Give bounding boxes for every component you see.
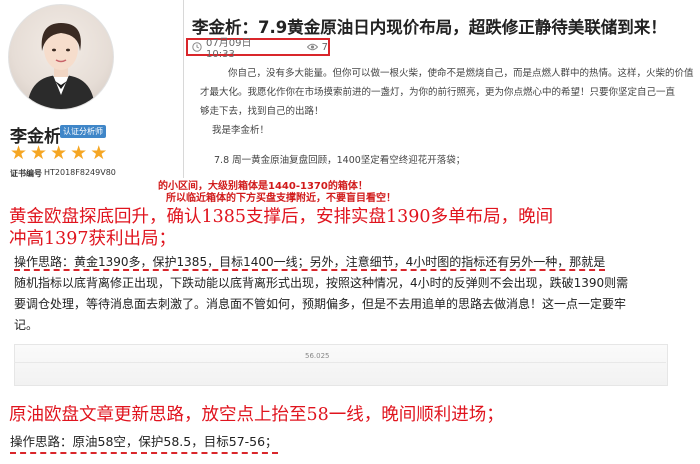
- author-avatar: [8, 4, 114, 110]
- clock-icon: [192, 42, 202, 52]
- gold-plan-line: 要调仓处理，等待消息面去刺激了。消息面不管如何，预期偏多，但是不去用追单的思路去…: [14, 297, 627, 311]
- chart-gridline: [14, 362, 666, 363]
- red-note-line: 的小区间，大级别箱体是1440-1370的箱体！: [158, 181, 368, 192]
- star-icon: ★: [70, 142, 88, 164]
- oil-summary: 原油欧盘文章更新思路，放空点上抬至58一线，晚间顺利进场；: [9, 404, 699, 426]
- avatar-portrait: [27, 23, 95, 109]
- rating-stars: ★ ★ ★ ★ ★: [10, 143, 107, 163]
- star-icon: ★: [30, 142, 48, 164]
- gold-plan: 操作思路：黄金1390多，保护1385，目标1400一线；另外，注意细节，4小时…: [14, 252, 694, 336]
- gold-summary-line: 黄金欧盘探底回升，确认1385支撑后，安排实盘1390多单布局，晚间: [9, 207, 554, 227]
- chart-value-label: 56.025: [305, 352, 330, 360]
- gold-summary-line: 冲高1397获利出局；: [9, 229, 177, 249]
- intro-line: 你自己，没有多大能量。但你可以做一根火柴，使命不是燃烧自己，而是点燃人群中的热情…: [228, 68, 694, 79]
- star-icon: ★: [50, 142, 68, 164]
- eye-icon: [306, 43, 318, 51]
- oil-summary-line: 原油欧盘文章更新思路，放空点上抬至58一线，晚间顺利进场；: [9, 405, 504, 425]
- cert-number: HT2018F8249V80: [44, 168, 116, 177]
- intro-line: 才最大化。我愿化作你在市场摸索前进的一盏灯，为你的前行照亮，更为你点燃心中的希望…: [200, 87, 676, 98]
- article-signature: 我是李金析！: [212, 125, 270, 136]
- gold-plan-line: 记。: [14, 318, 39, 332]
- red-note: 的小区间，大级别箱体是1440-1370的箱体！ 所以临近箱体的下方买盘支撑附近…: [158, 181, 396, 205]
- gold-plan-highlight: 操作思路：黄金1390多，保护1385，目标1400一线；另外，注意细节，4小时…: [14, 255, 606, 271]
- oil-plan: 操作思路：原油58空，保护58.5，目标57-56；: [10, 431, 278, 454]
- star-icon: ★: [90, 142, 108, 164]
- certified-analyst-badge: 认证分析师: [60, 125, 106, 138]
- article-intro: 你自己，没有多大能量。但你可以做一根火柴，使命不是燃烧自己，而是点燃人群中的热情…: [200, 64, 700, 140]
- article-date: 07月09日 10:33: [206, 38, 252, 60]
- gold-summary: 黄金欧盘探底回升，确认1385支撑后，安排实盘1390多单布局，晚间 冲高139…: [9, 206, 699, 250]
- chart-snippet: [14, 344, 668, 386]
- gold-plan-line: 随机指标以底背离修正出现，下跌动能以底背离形式出现，按照这种情况，4小时的反弹则…: [14, 276, 629, 290]
- gold-plan-line: 操作思路：黄金1390多，保护1385，目标1400一线；另外，注意细节，4小时…: [14, 252, 694, 273]
- star-icon: ★: [10, 142, 28, 164]
- article-meta: 07月09日 10:33 7: [186, 38, 330, 60]
- review-line: 7.8 周一黄金原油复盘回顾，1400坚定看空终迎花开落袋；: [214, 155, 466, 166]
- column-divider: [183, 0, 184, 178]
- cert-label: 证书编号: [10, 169, 42, 178]
- article-views: 7: [321, 41, 328, 53]
- red-note-line: 所以临近箱体的下方买盘支撑附近，不要盲目看空！: [166, 193, 396, 204]
- intro-line: 够走下去，找到自己的出路！: [200, 106, 324, 117]
